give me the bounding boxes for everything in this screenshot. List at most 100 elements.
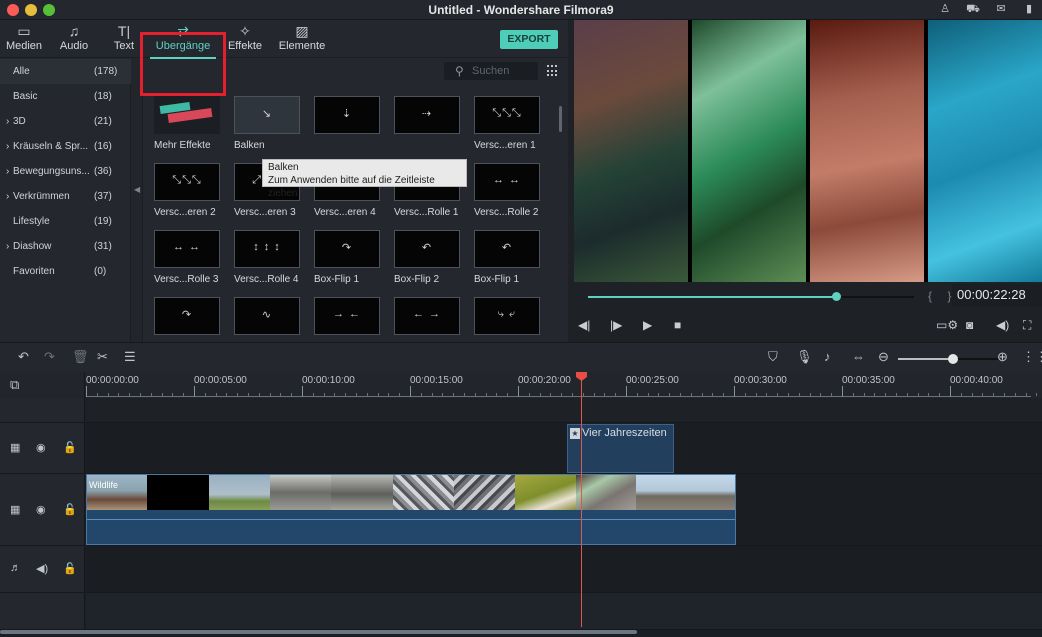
marker-icon[interactable]: ⛉ [768, 349, 778, 365]
stop-icon[interactable]: ■ [674, 318, 681, 332]
lock-icon[interactable]: 🔓 [63, 441, 77, 454]
transition-item[interactable]: → ← [306, 291, 380, 340]
chevron-right-icon[interactable]: › [6, 134, 9, 159]
fit-timeline-icon[interactable]: ⇔ [852, 349, 865, 364]
transition-item[interactable]: ↕ ↕ ↕ Versc...Rolle 4 [226, 224, 300, 285]
ruler-baseline [86, 396, 1031, 397]
snapshot-icon[interactable]: ◙ [966, 318, 973, 332]
play-icon[interactable]: ▶ [643, 318, 652, 332]
ruler-minor-tick [615, 393, 617, 396]
add-track-icon[interactable]: ⧉ [10, 377, 19, 393]
redo-icon[interactable]: ↷ [44, 349, 55, 365]
transition-label: Balken [234, 140, 265, 151]
grid-view-icon[interactable] [547, 65, 559, 77]
timeline-settings-icon[interactable]: ⋮⋮ [1022, 349, 1042, 365]
cut-icon[interactable]: ✂ [97, 349, 108, 365]
category-item[interactable]: › Verkrümmen (37) [0, 184, 131, 209]
transition-item[interactable]: Mehr Effekte [146, 90, 220, 151]
transition-item[interactable]: ↔ ↔ Versc...Rolle 2 [466, 157, 540, 218]
audio-mixer-icon[interactable]: ♪ [824, 349, 831, 364]
playhead-line[interactable] [581, 378, 582, 627]
timeline-horizontal-scrollbar[interactable] [0, 630, 637, 634]
progress-fill [588, 296, 836, 298]
adjust-icon[interactable]: ☰ [124, 349, 136, 365]
video-clip[interactable]: Wildlife [86, 474, 736, 545]
ruler-tick-label: 00:00:20:00 [518, 375, 571, 386]
cart-icon[interactable]: ⛟ [966, 2, 980, 16]
category-item[interactable]: Alle (178) [0, 59, 131, 84]
tab-medien[interactable]: ▭ Medien [4, 22, 44, 58]
transition-item[interactable]: ↶ Box-Flip 1 [466, 224, 540, 285]
chevron-right-icon[interactable]: › [6, 159, 9, 184]
collapse-sidebar-handle[interactable]: ◀ [131, 59, 143, 342]
tab-elemente[interactable]: ▨ Elemente [276, 22, 328, 58]
chevron-right-icon[interactable]: › [6, 109, 9, 134]
eye-icon[interactable]: ◉ [36, 503, 46, 516]
lock-icon[interactable]: 🔓 [63, 562, 77, 575]
previous-frame-icon[interactable]: ◀| [578, 318, 590, 332]
lock-icon[interactable]: 🔓 [63, 503, 77, 516]
progress-handle[interactable] [831, 292, 841, 301]
eye-icon[interactable]: ◉ [36, 441, 46, 454]
volume-icon[interactable]: ◀) [996, 318, 1009, 332]
transition-item[interactable]: ⇢ [386, 90, 460, 146]
category-item[interactable]: › 3D (21) [0, 109, 131, 134]
category-item[interactable]: › Diashow (31) [0, 234, 131, 259]
ruler-major-tick [734, 386, 735, 397]
ruler-minor-tick [680, 393, 681, 396]
category-count: (21) [94, 116, 112, 127]
transition-item[interactable]: ↷ Box-Flip 1 [306, 224, 380, 285]
ruler-minor-tick [572, 393, 573, 396]
transition-item[interactable]: ⤡⤡⤡ Versc...eren 1 [466, 90, 540, 151]
mail-icon[interactable]: ✉ [994, 2, 1008, 16]
ruler-tick-label: 00:00:35:00 [842, 375, 895, 386]
film-icon: ▦ [10, 504, 21, 516]
display-settings-icon[interactable]: ▭⚙ [936, 318, 958, 332]
microphone-icon[interactable]: ▮ [1022, 2, 1036, 16]
voiceover-icon[interactable]: 🎙 [796, 349, 813, 365]
ruler-minor-tick [107, 393, 109, 396]
zoom-fill [898, 358, 953, 360]
chevron-right-icon[interactable]: › [6, 234, 9, 259]
category-item[interactable]: Basic (18) [0, 84, 131, 109]
timeline-zoom-slider[interactable] [898, 354, 998, 364]
transition-item[interactable]: ↔ ↔ Versc...Rolle 3 [146, 224, 220, 285]
speaker-icon[interactable]: ◀) [36, 562, 48, 575]
timeline-ruler[interactable]: ⧉ 00:00:00:00 00:00:05:00 00:00:10:00 00:00… [0, 372, 1042, 398]
category-item[interactable]: Lifestyle (19) [0, 209, 131, 234]
fullscreen-icon[interactable]: ⛶ [1023, 318, 1031, 333]
transition-item[interactable]: ↷ [146, 291, 220, 340]
transition-item[interactable]: ∿ [226, 291, 300, 340]
tab-text[interactable]: T| Text [108, 22, 140, 58]
ruler-minor-tick [366, 393, 368, 396]
delete-icon[interactable]: 🗑 [72, 349, 89, 365]
chevron-right-icon[interactable]: › [6, 184, 9, 209]
category-item[interactable]: Favoriten (0) [0, 259, 131, 284]
ruler-minor-tick [161, 393, 163, 396]
transition-item[interactable]: ⤷ ⤶ [466, 291, 540, 340]
category-item[interactable]: › Bewegungsuns... (36) [0, 159, 131, 184]
ruler-minor-tick [669, 393, 671, 396]
preview-progress-slider[interactable] [588, 292, 914, 301]
transition-item[interactable]: ↘ Balken [226, 90, 300, 151]
zoom-out-icon[interactable]: ⊖ [878, 349, 889, 365]
transition-thumbnail: ↶ [394, 230, 460, 268]
library-scrollbar[interactable] [559, 106, 562, 132]
user-icon[interactable]: ♙ [938, 2, 952, 16]
zoom-handle[interactable] [948, 354, 958, 364]
undo-icon[interactable]: ↶ [18, 349, 29, 365]
zoom-in-icon[interactable]: ⊕ [997, 349, 1008, 365]
transition-item[interactable]: ⤡⤡⤡ Versc...eren 2 [146, 157, 220, 218]
play-frame-icon[interactable]: |▶ [610, 318, 622, 332]
transition-item[interactable]: ↶ Box-Flip 2 [386, 224, 460, 285]
tab-effekte[interactable]: ✧ Effekte [224, 22, 266, 58]
transition-glyph-icon: ↶ [421, 242, 433, 254]
tab-audio[interactable]: ♫ Audio [55, 22, 93, 58]
title-clip[interactable]: ★ Vier Jahreszeiten [567, 424, 674, 473]
search-input[interactable]: ⚲ Suchen [444, 62, 538, 80]
transition-item[interactable]: ← → [386, 291, 460, 340]
export-button[interactable]: EXPORT [500, 30, 558, 49]
category-item[interactable]: › Kräuseln & Spr... (16) [0, 134, 131, 159]
transition-item[interactable]: ⇣ [306, 90, 380, 146]
tab-uebergaenge[interactable]: ⇄ Ubergänge [150, 22, 216, 58]
